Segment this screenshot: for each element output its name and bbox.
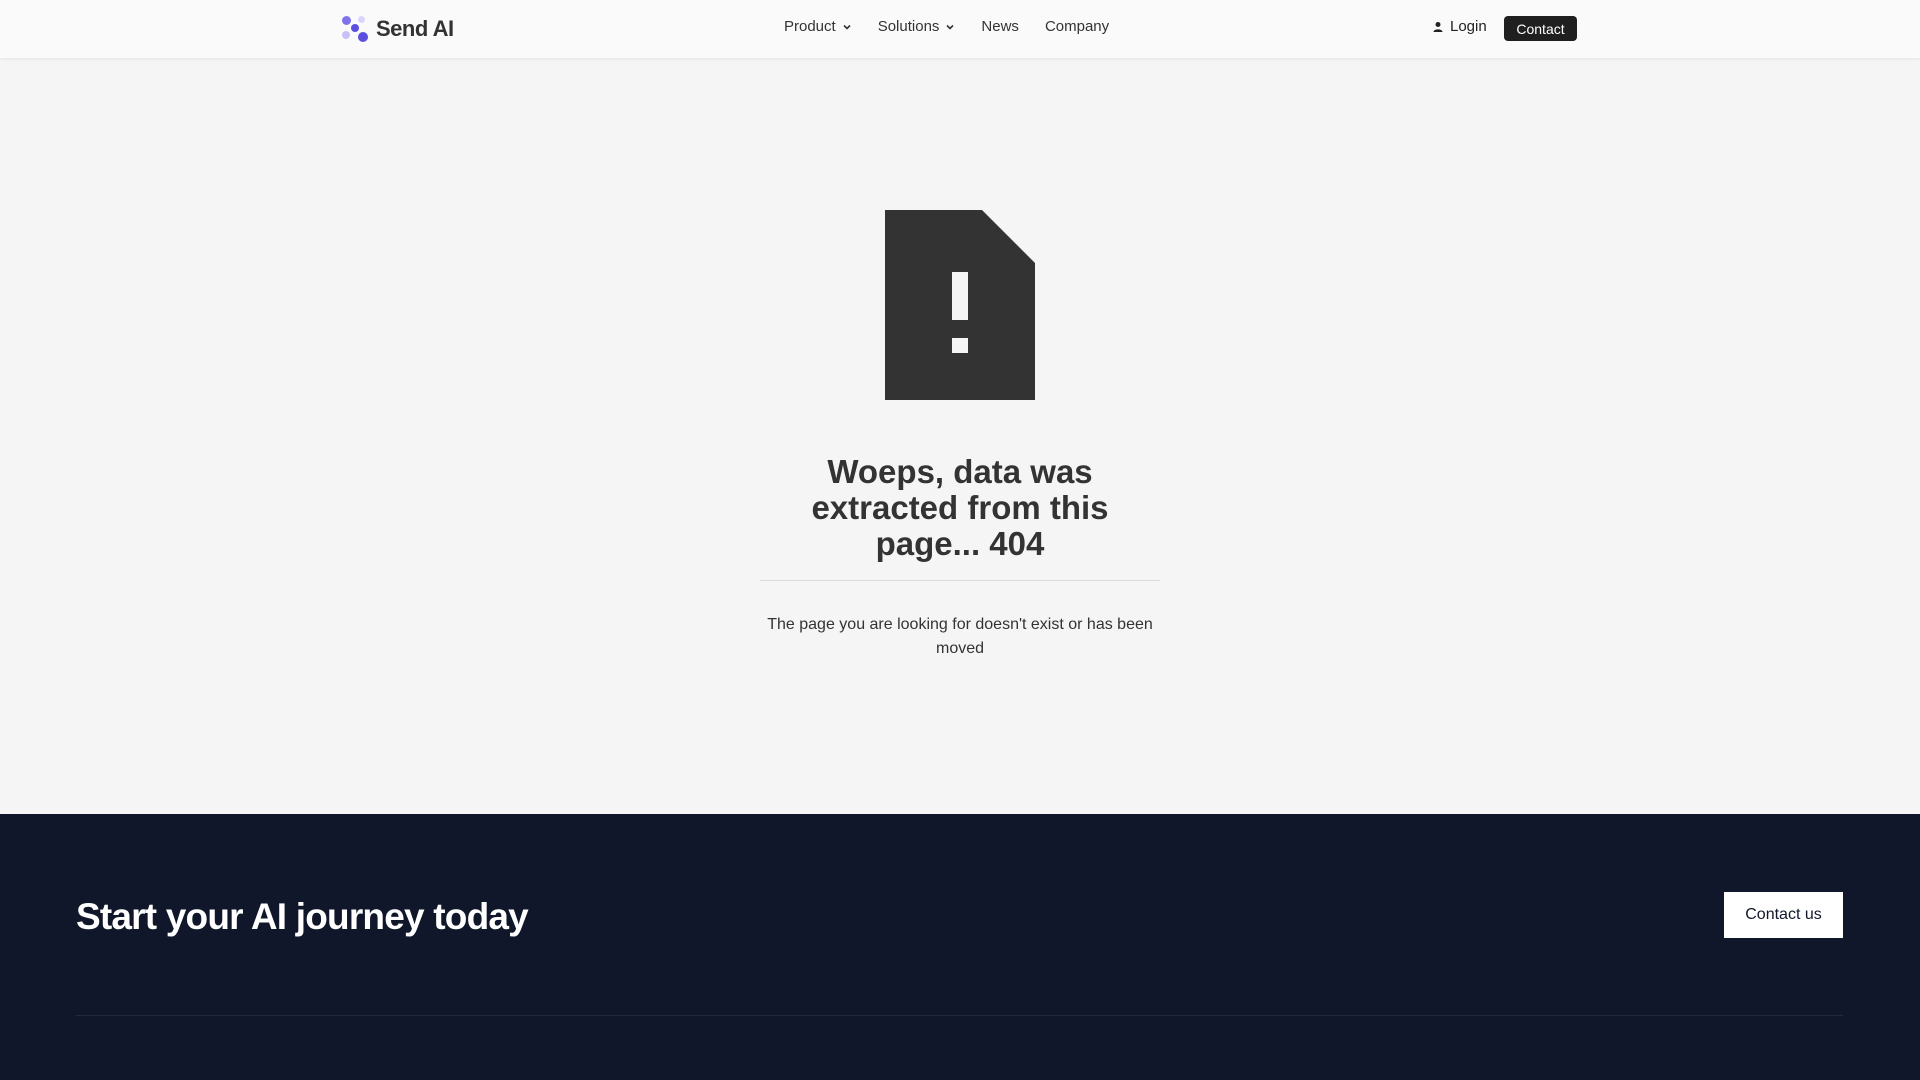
login-label: Login <box>1450 18 1487 35</box>
logo-mark-icon <box>342 16 368 42</box>
nav-item-label: Solutions <box>877 18 940 35</box>
brand-logo[interactable]: Send AI <box>342 16 454 42</box>
footer-cta-section: Start your AI journey today Contact us <box>0 814 1920 1080</box>
cta-heading: Start your AI journey today <box>76 896 529 937</box>
nav-item-label: Company <box>1044 18 1110 35</box>
nav-item-label: Product <box>784 18 836 35</box>
contact-us-button[interactable]: Contact us <box>1724 892 1843 938</box>
brand-name: Send AI <box>376 16 454 41</box>
chevron-down-icon <box>946 24 954 30</box>
contact-button[interactable]: Contact <box>1504 16 1577 41</box>
error-message: The page you are looking for doesn't exi… <box>767 616 1153 657</box>
nav-item-company[interactable]: Company <box>1045 18 1109 35</box>
login-link[interactable]: Login <box>1432 18 1487 35</box>
document-alert-icon <box>885 210 1035 400</box>
divider <box>760 580 1160 581</box>
site-header: Send AI Product Solutions News Company L… <box>0 0 1920 58</box>
error-title: Woeps, data was extracted from this page… <box>811 453 1109 562</box>
main-nav: Product Solutions News Company <box>784 18 1109 35</box>
chevron-down-icon <box>843 24 851 30</box>
nav-item-solutions[interactable]: Solutions <box>878 18 956 35</box>
nav-item-news[interactable]: News <box>981 18 1019 35</box>
nav-item-product[interactable]: Product <box>784 18 852 35</box>
user-icon <box>1433 21 1443 32</box>
nav-item-label: News <box>981 18 1019 35</box>
footer-divider <box>76 1015 1843 1016</box>
